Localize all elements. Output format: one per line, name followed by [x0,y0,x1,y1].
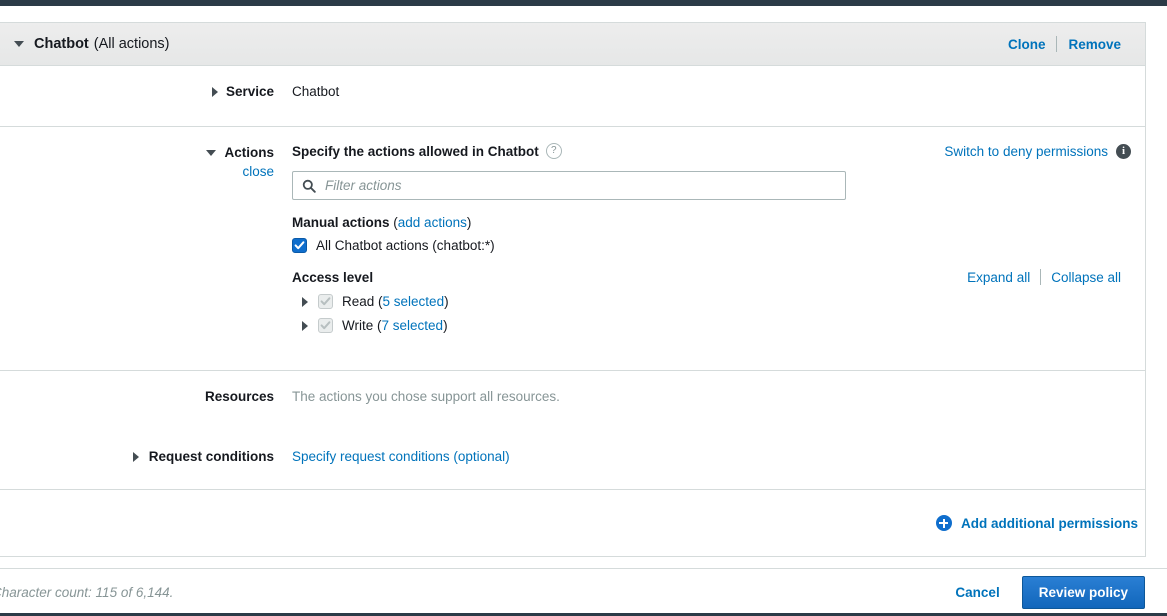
panel-header[interactable]: Chatbot (All actions) Clone Remove [0,23,1145,66]
paren-open: ( [389,215,398,230]
collapse-all-link[interactable]: Collapse all [1041,270,1131,285]
filter-actions-box[interactable] [292,171,846,200]
request-conditions-row: Request conditions Specify request condi… [0,431,1145,490]
all-actions-checkbox-row[interactable]: All Chatbot actions (chatbot:*) [292,238,1145,253]
panel-subtitle: (All actions) [93,36,170,52]
switch-to-deny-permissions-link[interactable]: Switch to deny permissions [944,144,1108,159]
read-access-label: Read (5 selected) [342,294,449,309]
actions-close-link[interactable]: close [0,164,274,179]
question-mark-icon[interactable]: ? [545,143,562,159]
actions-header: Specify the actions allowed in Chatbot ?… [292,143,1145,159]
permission-block-panel: Chatbot (All actions) Clone Remove Servi… [0,22,1146,557]
request-conditions-body: Specify request conditions (optional) [274,431,1145,489]
caret-right-icon[interactable] [132,451,139,462]
read-access-name: Read [342,294,375,309]
resources-label: Resources [204,389,274,404]
request-conditions-label: Request conditions [148,449,274,464]
caret-right-icon[interactable] [302,320,308,331]
character-count: Character count: 115 of 6,144. [0,585,174,600]
remove-link[interactable]: Remove [1057,37,1132,52]
policy-editor-screen: Chatbot (All actions) Clone Remove Servi… [0,0,1167,616]
add-actions-link[interactable]: add actions [398,215,467,230]
service-label-cell: Service [0,66,274,126]
all-chatbot-actions-label: All Chatbot actions (chatbot:*) [316,238,495,253]
access-level-row-read[interactable]: Read (5 selected) [292,294,1145,309]
search-icon [302,179,316,193]
add-additional-permissions-label: Add additional permissions [960,515,1138,531]
write-access-label: Write (7 selected) [342,318,448,333]
read-selected-count-link[interactable]: 5 selected [383,294,445,309]
add-additional-permissions-button[interactable]: Add additional permissions [935,515,1138,531]
switch-deny-group: Switch to deny permissions i [944,143,1131,159]
service-label: Service [225,84,274,99]
footer-bar: Character count: 115 of 6,144. Cancel Re… [0,568,1167,616]
panel-title: Chatbot [34,36,89,52]
resources-text: The actions you chose support all resour… [292,389,560,404]
request-conditions-label-cell: Request conditions [0,431,274,489]
actions-label-cell: Actions close [0,127,274,370]
manual-actions-line: Manual actions (add actions) [292,215,1145,230]
read-access-checkbox [318,294,333,309]
write-access-name: Write [342,318,374,333]
caret-down-icon[interactable] [14,41,24,47]
caret-right-icon[interactable] [302,296,308,307]
resources-label-cell: Resources [0,371,274,431]
manual-actions-title: Manual actions [292,215,390,230]
panel-header-actions: Clone Remove [997,36,1132,52]
actions-title: Specify the actions allowed in Chatbot [292,143,539,159]
actions-label: Actions [224,145,274,160]
plus-circle-icon [935,515,952,531]
top-navigation-bar [0,0,1167,6]
service-body: Chatbot [274,66,1145,126]
write-selected-count-link[interactable]: 7 selected [382,318,444,333]
expand-all-link[interactable]: Expand all [957,270,1040,285]
cancel-button[interactable]: Cancel [955,585,1021,600]
service-value: Chatbot [292,84,340,99]
caret-right-icon[interactable] [211,86,218,97]
actions-body: Specify the actions allowed in Chatbot ?… [274,127,1145,370]
review-policy-button[interactable]: Review policy [1021,576,1145,609]
all-chatbot-actions-checkbox[interactable] [292,238,307,253]
access-level-title: Access level [292,269,374,285]
resources-body: The actions you chose support all resour… [274,371,1145,431]
caret-down-icon[interactable] [206,149,217,156]
clone-link[interactable]: Clone [997,37,1057,52]
access-level-row-write[interactable]: Write (7 selected) [292,318,1145,333]
footer-actions: Cancel Review policy [955,576,1167,609]
service-row: Service Chatbot [0,66,1145,127]
paren-close: ) [466,215,472,230]
access-level-header: Access level Expand all Collapse all [292,269,1145,285]
write-access-checkbox [318,318,333,333]
resources-row: Resources The actions you chose support … [0,371,1145,431]
info-icon[interactable]: i [1116,143,1131,159]
actions-row: Actions close Specify the actions allowe… [0,127,1145,371]
search-input[interactable] [323,177,836,194]
specify-request-conditions-link[interactable]: Specify request conditions (optional) [292,449,510,464]
add-permissions-strip: Add additional permissions [0,490,1145,557]
expand-collapse-group: Expand all Collapse all [957,269,1131,285]
